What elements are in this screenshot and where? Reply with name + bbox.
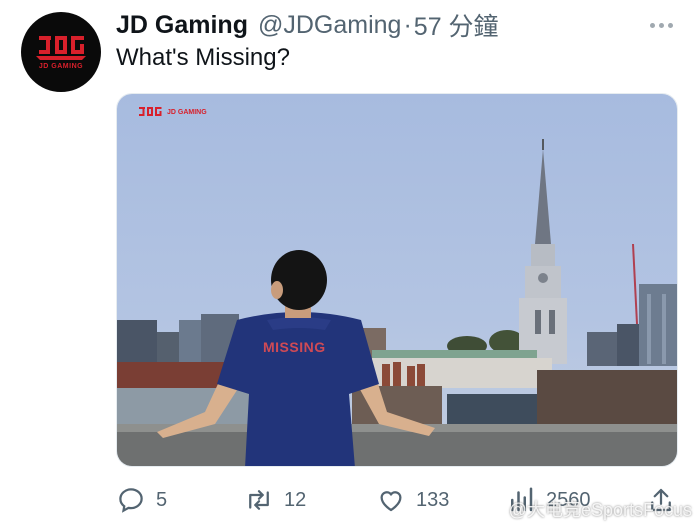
like-count: 133 <box>416 488 450 511</box>
user-handle[interactable]: @JDGaming <box>258 11 401 40</box>
timestamp[interactable]: 57 分鐘 <box>414 7 499 43</box>
watermark: @大电竞eSportsFocus <box>508 500 692 520</box>
tweet-text: What's Missing? <box>116 44 290 71</box>
tweet-image[interactable]: MISSING JD GAMING <box>116 93 678 467</box>
reply-icon <box>119 488 143 513</box>
overlay-brand-name: JD GAMING <box>167 109 207 116</box>
display-name[interactable]: JD Gaming <box>116 11 248 40</box>
avatar[interactable]: JD GAMING <box>21 12 101 92</box>
avatar-brand-name: JD GAMING <box>38 63 84 70</box>
more-options-icon[interactable] <box>650 18 678 32</box>
jersey-text: MISSING <box>263 339 326 355</box>
like-button[interactable]: 133 <box>376 480 449 520</box>
reply-button[interactable]: 5 <box>116 480 167 520</box>
tweet-header: JD Gaming @JDGaming · 57 分鐘 <box>116 8 686 42</box>
reply-count: 5 <box>156 488 168 511</box>
separator-dot: · <box>403 10 412 39</box>
jdg-logo-icon <box>36 36 86 60</box>
retweet-button[interactable]: 12 <box>244 480 306 520</box>
heart-icon <box>380 491 402 512</box>
overlay-jdg-logo-icon <box>139 107 162 116</box>
retweet-count: 12 <box>284 488 307 511</box>
overlay-brand: JD GAMING <box>137 106 207 119</box>
photo-scene <box>117 94 677 466</box>
retweet-icon <box>249 490 269 510</box>
